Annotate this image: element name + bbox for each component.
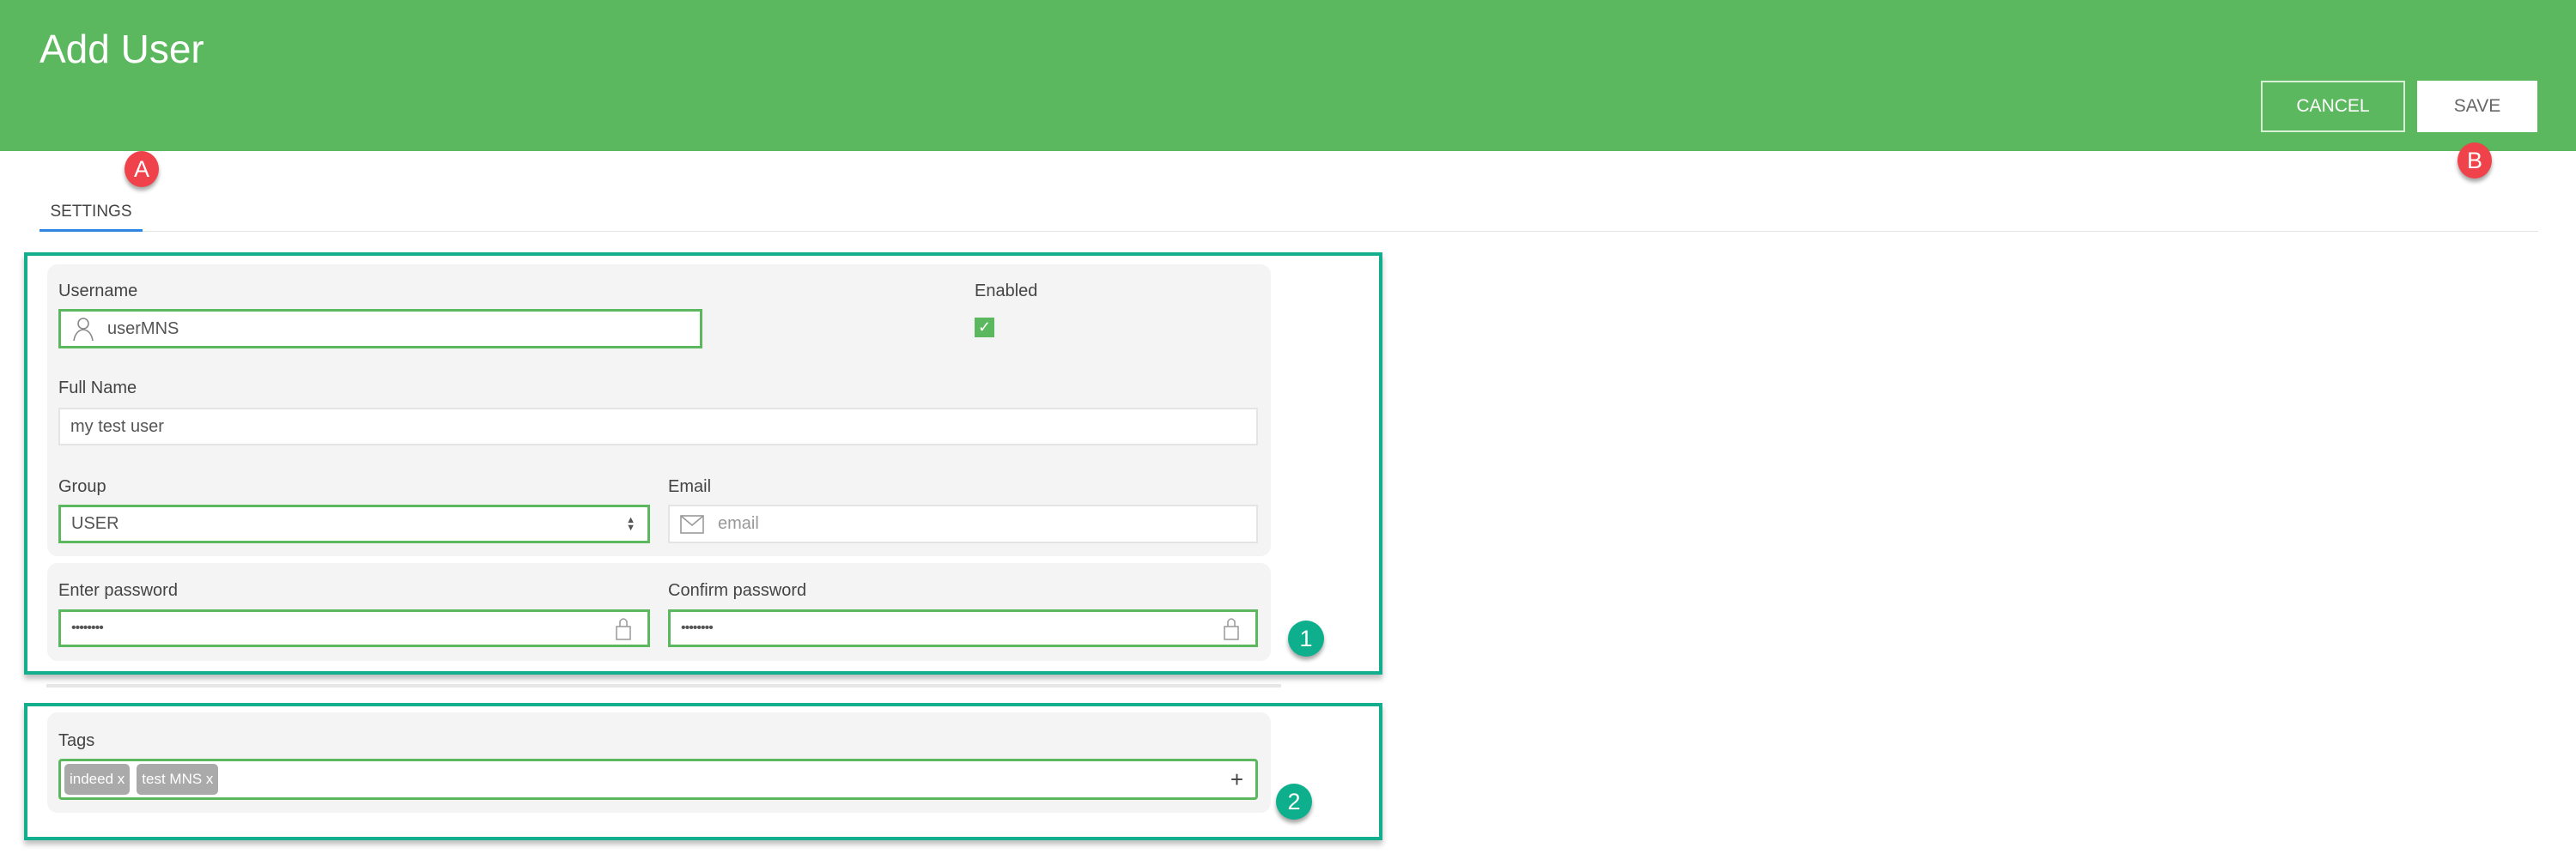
section-divider	[46, 684, 1281, 687]
email-placeholder: email	[718, 514, 759, 533]
add-tag-icon[interactable]: +	[1230, 766, 1243, 793]
annotation-badge-a: A	[125, 151, 159, 187]
tags-input[interactable]: indeed x test MNS x +	[58, 759, 1258, 800]
envelope-icon	[680, 514, 704, 534]
page-title: Add User	[39, 27, 204, 71]
confirm-password-label: Confirm password	[668, 581, 807, 600]
username-value: userMNS	[107, 318, 179, 338]
annotation-badge-1: 1	[1288, 621, 1324, 657]
group-label: Group	[58, 477, 106, 496]
annotation-badge-2: 2	[1276, 784, 1312, 820]
password-input[interactable]: ••••••••	[58, 609, 650, 647]
lock-icon	[616, 618, 631, 640]
save-button[interactable]: SAVE	[2417, 81, 2537, 132]
lock-icon	[1224, 618, 1239, 640]
active-tab-indicator	[39, 229, 143, 232]
tag-chip[interactable]: test MNS x	[137, 764, 219, 795]
header-bar	[0, 0, 2576, 151]
enabled-checkbox[interactable]: ✓	[975, 318, 994, 337]
username-input[interactable]: userMNS	[58, 309, 702, 348]
enabled-label: Enabled	[975, 282, 1038, 300]
confirm-password-input[interactable]: ••••••••	[668, 609, 1258, 647]
user-icon	[73, 318, 94, 342]
password-label: Enter password	[58, 581, 178, 600]
tag-chip[interactable]: indeed x	[64, 764, 131, 795]
fullname-input[interactable]: my test user	[58, 408, 1258, 445]
select-arrows-icon: ▲ ▼	[626, 514, 635, 533]
annotation-badge-b: B	[2458, 142, 2492, 179]
confirm-password-value: ••••••••	[681, 621, 714, 635]
tab-settings[interactable]: SETTINGS	[39, 203, 143, 221]
username-label: Username	[58, 282, 138, 300]
fullname-value: my test user	[70, 416, 164, 436]
group-select[interactable]: USER ▲ ▼	[58, 505, 650, 543]
cancel-button[interactable]: CANCEL	[2261, 81, 2405, 132]
password-value: ••••••••	[71, 621, 104, 635]
email-label: Email	[668, 477, 712, 496]
group-value: USER	[71, 514, 119, 533]
tab-divider	[39, 231, 2538, 232]
tags-label: Tags	[58, 731, 95, 750]
fullname-label: Full Name	[58, 379, 137, 397]
email-input[interactable]: email	[668, 505, 1258, 543]
